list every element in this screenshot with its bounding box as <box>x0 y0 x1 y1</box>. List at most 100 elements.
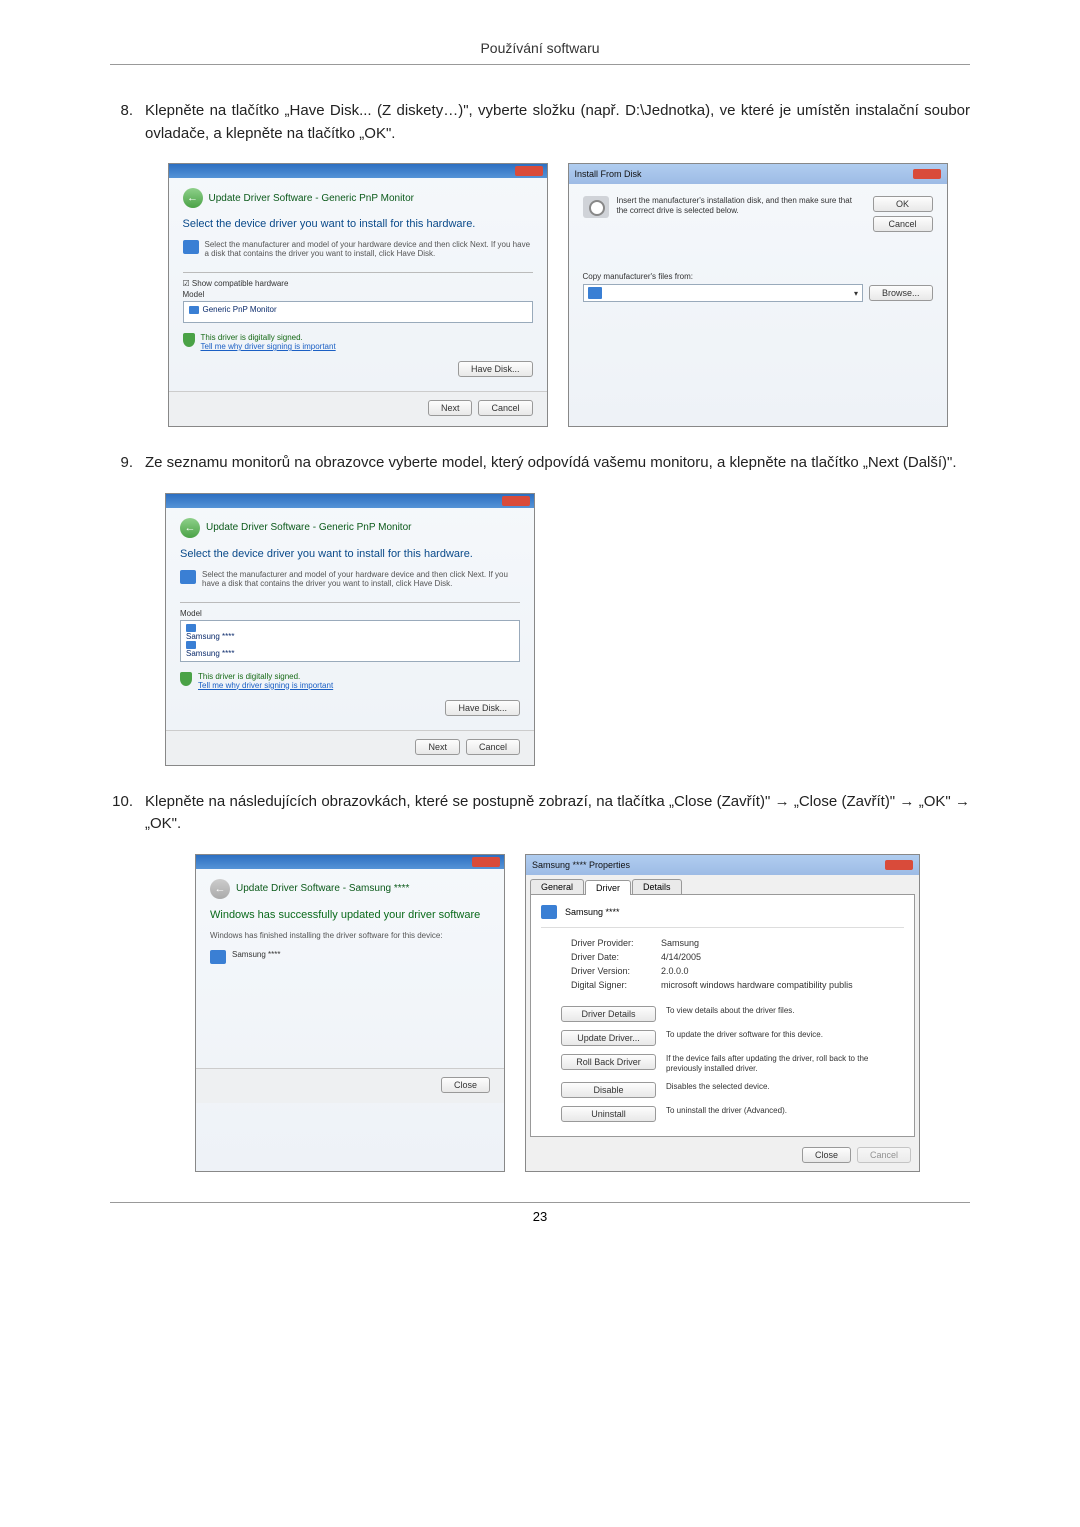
signer-label: Digital Signer: <box>571 980 661 990</box>
model-list[interactable]: Samsung **** Samsung **** <box>180 620 520 662</box>
cancel-button[interactable]: Cancel <box>466 739 520 755</box>
dialog-heading: Select the device driver you want to ins… <box>183 218 533 230</box>
have-disk-button[interactable]: Have Disk... <box>458 361 533 377</box>
properties-title: Samsung **** Properties <box>532 860 630 870</box>
step-num: 9. <box>110 452 145 475</box>
have-disk-button[interactable]: Have Disk... <box>445 700 520 716</box>
provider-value: Samsung <box>661 938 699 948</box>
back-icon[interactable]: ← <box>183 188 203 208</box>
copy-label: Copy manufacturer's files from: <box>583 272 933 281</box>
ok-button[interactable]: OK <box>873 196 933 212</box>
version-label: Driver Version: <box>571 966 661 976</box>
step-num: 8. <box>110 100 145 145</box>
cancel-button[interactable]: Cancel <box>873 216 933 232</box>
titlebar: Install From Disk <box>569 164 947 184</box>
next-button[interactable]: Next <box>415 739 460 755</box>
uninstall-desc: To uninstall the driver (Advanced). <box>666 1106 904 1116</box>
version-value: 2.0.0.0 <box>661 966 689 976</box>
date-value: 4/14/2005 <box>661 952 701 962</box>
signed-link[interactable]: Tell me why driver signing is important <box>201 342 336 351</box>
device-name: Samsung **** <box>565 907 620 917</box>
disable-button[interactable]: Disable <box>561 1082 656 1098</box>
close-icon[interactable] <box>913 169 941 179</box>
step-text: Klepněte na následujících obrazovkách, k… <box>145 791 970 836</box>
update-driver-desc: To update the driver software for this d… <box>666 1030 904 1040</box>
step-8: 8. Klepněte na tlačítko „Have Disk... (Z… <box>110 100 970 145</box>
monitor-icon <box>541 905 557 919</box>
update-driver-button[interactable]: Update Driver... <box>561 1030 656 1046</box>
drive-icon <box>588 287 602 299</box>
dialog-title: Install From Disk <box>575 169 642 179</box>
monitor-icon <box>183 240 199 254</box>
tab-details[interactable]: Details <box>632 879 682 894</box>
browse-button[interactable]: Browse... <box>869 285 933 301</box>
signed-link[interactable]: Tell me why driver signing is important <box>198 681 333 690</box>
dialog-select-driver: ← Update Driver Software - Generic PnP M… <box>168 163 548 427</box>
close-icon[interactable] <box>885 860 913 870</box>
dialog-subtext: Select the manufacturer and model of you… <box>202 570 520 588</box>
close-button[interactable]: Close <box>441 1077 490 1093</box>
dialog-properties: Samsung **** Properties General Driver D… <box>525 854 920 1173</box>
close-icon[interactable] <box>502 496 530 506</box>
date-label: Driver Date: <box>571 952 661 962</box>
next-button[interactable]: Next <box>428 400 473 416</box>
titlebar: Samsung **** Properties <box>526 855 919 875</box>
shield-icon <box>183 333 195 347</box>
rollback-driver-desc: If the device fails after updating the d… <box>666 1054 904 1075</box>
success-subtext: Windows has finished installing the driv… <box>210 931 490 940</box>
back-icon[interactable]: ← <box>180 518 200 538</box>
tab-general[interactable]: General <box>530 879 584 894</box>
nav-title: Update Driver Software - Generic PnP Mon… <box>209 193 414 204</box>
close-icon[interactable] <box>472 857 500 867</box>
show-compat-checkbox-label[interactable]: ☑ Show compatible hardware <box>183 279 533 288</box>
disk-icon <box>583 196 609 218</box>
uninstall-button[interactable]: Uninstall <box>561 1106 656 1122</box>
disable-desc: Disables the selected device. <box>666 1082 904 1092</box>
rollback-driver-button[interactable]: Roll Back Driver <box>561 1054 656 1070</box>
monitor-icon <box>210 950 226 964</box>
nav-title: Update Driver Software - Generic PnP Mon… <box>206 522 411 533</box>
nav-title: Update Driver Software - Samsung **** <box>236 883 409 894</box>
dialog-update-success: ← Update Driver Software - Samsung **** … <box>195 854 505 1173</box>
shield-icon <box>180 672 192 686</box>
step-num: 10. <box>110 791 145 836</box>
model-list[interactable]: Generic PnP Monitor <box>183 301 533 323</box>
titlebar <box>196 855 504 869</box>
titlebar <box>169 164 547 178</box>
back-icon: ← <box>210 879 230 899</box>
cancel-button[interactable]: Cancel <box>478 400 532 416</box>
install-disk-text: Insert the manufacturer's installation d… <box>617 196 865 232</box>
step-10: 10. Klepněte na následujících obrazovkác… <box>110 791 970 836</box>
provider-label: Driver Provider: <box>571 938 661 948</box>
close-button[interactable]: Close <box>802 1147 851 1163</box>
signer-value: microsoft windows hardware compatibility… <box>661 980 853 990</box>
tab-driver[interactable]: Driver <box>585 880 631 895</box>
dialog-heading: Select the device driver you want to ins… <box>180 548 520 560</box>
dialog-subtext: Select the manufacturer and model of you… <box>205 240 533 258</box>
driver-details-button[interactable]: Driver Details <box>561 1006 656 1022</box>
close-icon[interactable] <box>515 166 543 176</box>
monitor-icon <box>189 306 199 314</box>
dialog-install-from-disk: Install From Disk Insert the manufacture… <box>568 163 948 427</box>
copy-path-combobox[interactable]: ▾ <box>583 284 863 302</box>
monitor-icon <box>186 641 196 649</box>
step-text: Klepněte na tlačítko „Have Disk... (Z di… <box>145 100 970 145</box>
device-name: Samsung **** <box>232 950 280 964</box>
model-label: Model <box>183 290 533 299</box>
monitor-icon <box>180 570 196 584</box>
cancel-button: Cancel <box>857 1147 911 1163</box>
success-heading: Windows has successfully updated your dr… <box>210 909 490 921</box>
dialog-select-driver-samsung: ← Update Driver Software - Generic PnP M… <box>165 493 535 766</box>
model-label: Model <box>180 609 520 618</box>
signed-text: This driver is digitally signed. <box>198 672 333 681</box>
driver-details-desc: To view details about the driver files. <box>666 1006 904 1016</box>
monitor-icon <box>186 624 196 632</box>
chevron-down-icon: ▾ <box>854 289 858 298</box>
page-number: 23 <box>110 1202 970 1224</box>
step-9: 9. Ze seznamu monitorů na obrazovce vybe… <box>110 452 970 475</box>
signed-text: This driver is digitally signed. <box>201 333 336 342</box>
tab-strip: General Driver Details <box>526 875 919 894</box>
titlebar <box>166 494 534 508</box>
page-header: Používání softwaru <box>110 40 970 65</box>
step-text: Ze seznamu monitorů na obrazovce vyberte… <box>145 452 970 475</box>
